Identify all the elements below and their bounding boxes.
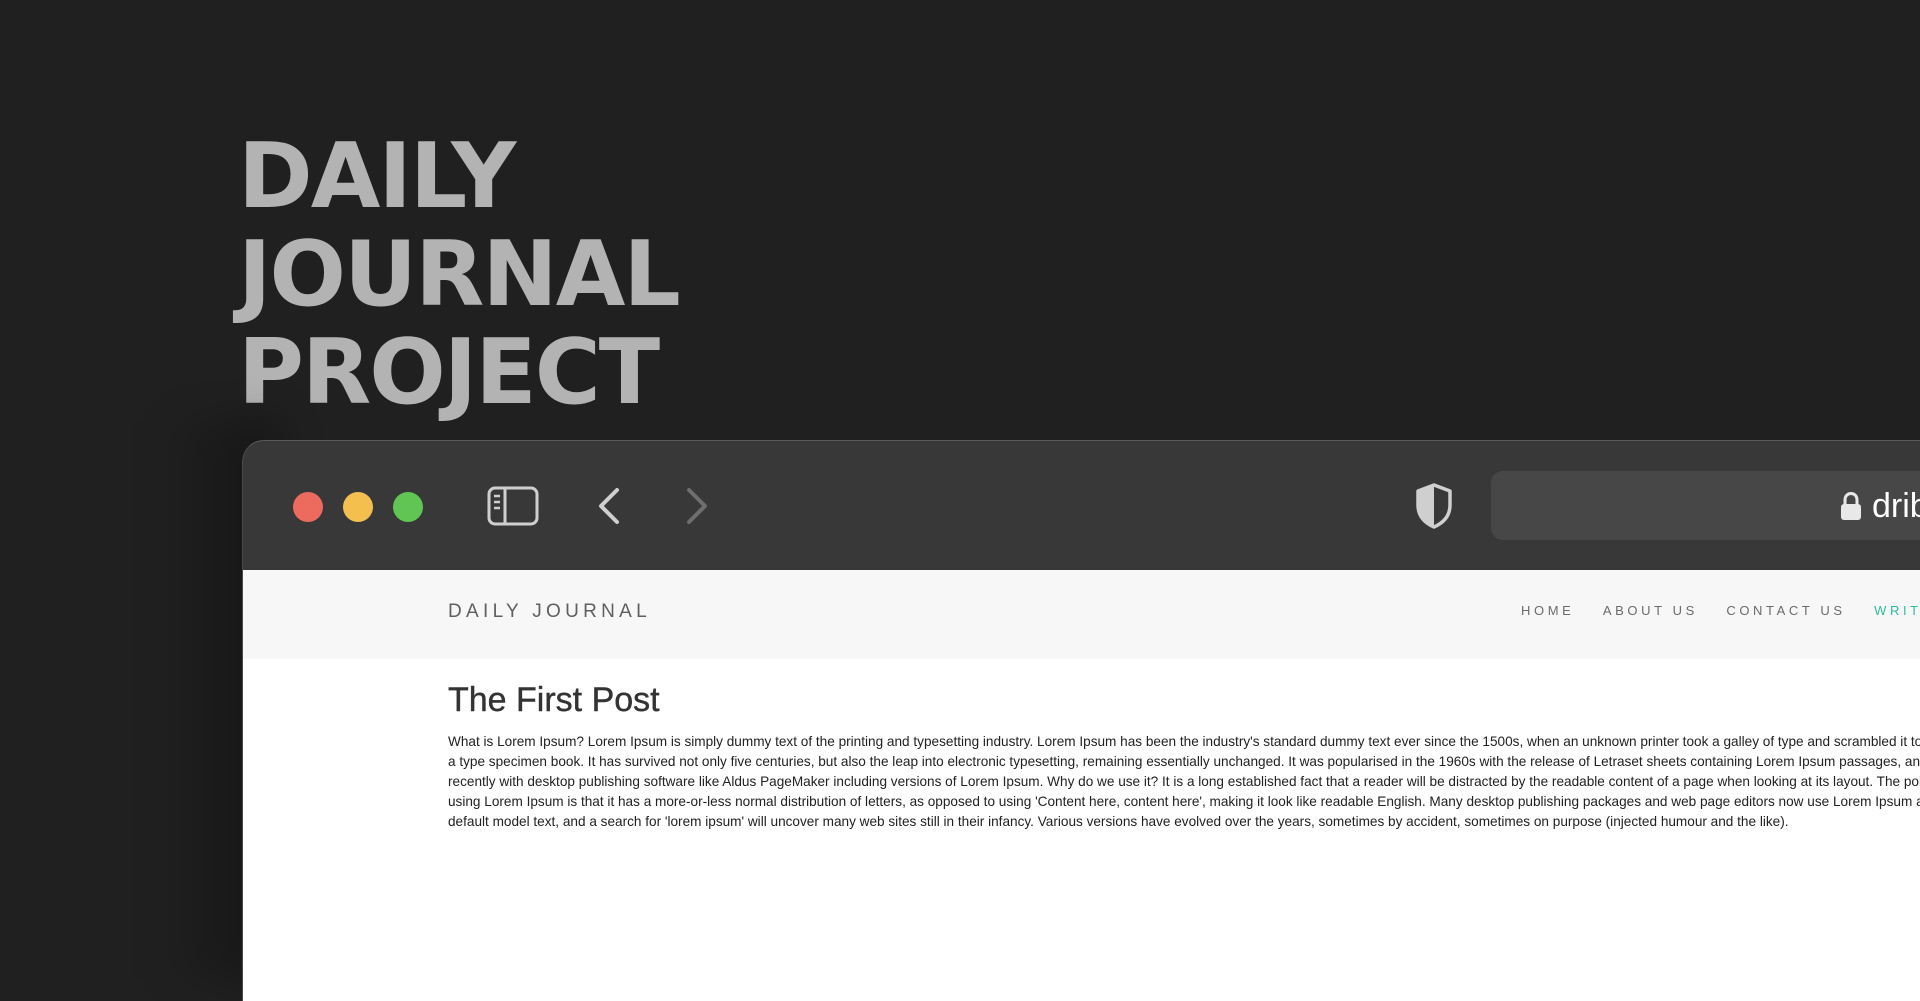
site-logo[interactable]: DAILY JOURNAL xyxy=(448,601,651,623)
hero-title-line-1: DAILY xyxy=(238,124,516,229)
nav-item-home[interactable]: HOME xyxy=(1521,603,1574,619)
minimize-window-button[interactable] xyxy=(343,492,373,522)
site-header: DAILY JOURNAL HOME ABOUT US CONTACT US W… xyxy=(243,570,1920,659)
browser-toolbar: dribbble.com xyxy=(243,441,1920,570)
nav-item-write[interactable]: WRITE xyxy=(1874,603,1920,619)
hero-title-line-2: JOURNAL xyxy=(238,222,681,327)
hero-title: DAILY JOURNAL PROJECT xyxy=(238,124,681,425)
shield-icon[interactable] xyxy=(1413,481,1455,531)
lock-icon xyxy=(1839,491,1863,526)
post-body: What is Lorem Ipsum? Lorem Ipsum is simp… xyxy=(448,734,1920,829)
close-window-button[interactable] xyxy=(293,492,323,522)
hero-title-line-3: PROJECT xyxy=(238,320,660,425)
sidebar-toggle-icon[interactable] xyxy=(487,481,539,531)
maximize-window-button[interactable] xyxy=(393,492,423,522)
webpage-content: DAILY JOURNAL HOME ABOUT US CONTACT US W… xyxy=(243,570,1920,1001)
post: The First Post What is Lorem Ipsum? Lore… xyxy=(448,680,1920,832)
nav-item-about-us[interactable]: ABOUT US xyxy=(1603,603,1698,619)
nav-item-contact-us[interactable]: CONTACT US xyxy=(1726,603,1845,619)
address-text: dribbble.com xyxy=(1872,487,1920,525)
chevron-right-icon[interactable] xyxy=(679,481,715,531)
browser-window: dribbble.com DAILY JOURNAL HOME ABOUT US… xyxy=(242,440,1920,1001)
address-bar[interactable]: dribbble.com xyxy=(1491,471,1920,540)
site-nav: HOME ABOUT US CONTACT US WRITE xyxy=(1521,602,1920,620)
post-title: The First Post xyxy=(448,681,660,719)
chevron-left-icon[interactable] xyxy=(591,481,627,531)
